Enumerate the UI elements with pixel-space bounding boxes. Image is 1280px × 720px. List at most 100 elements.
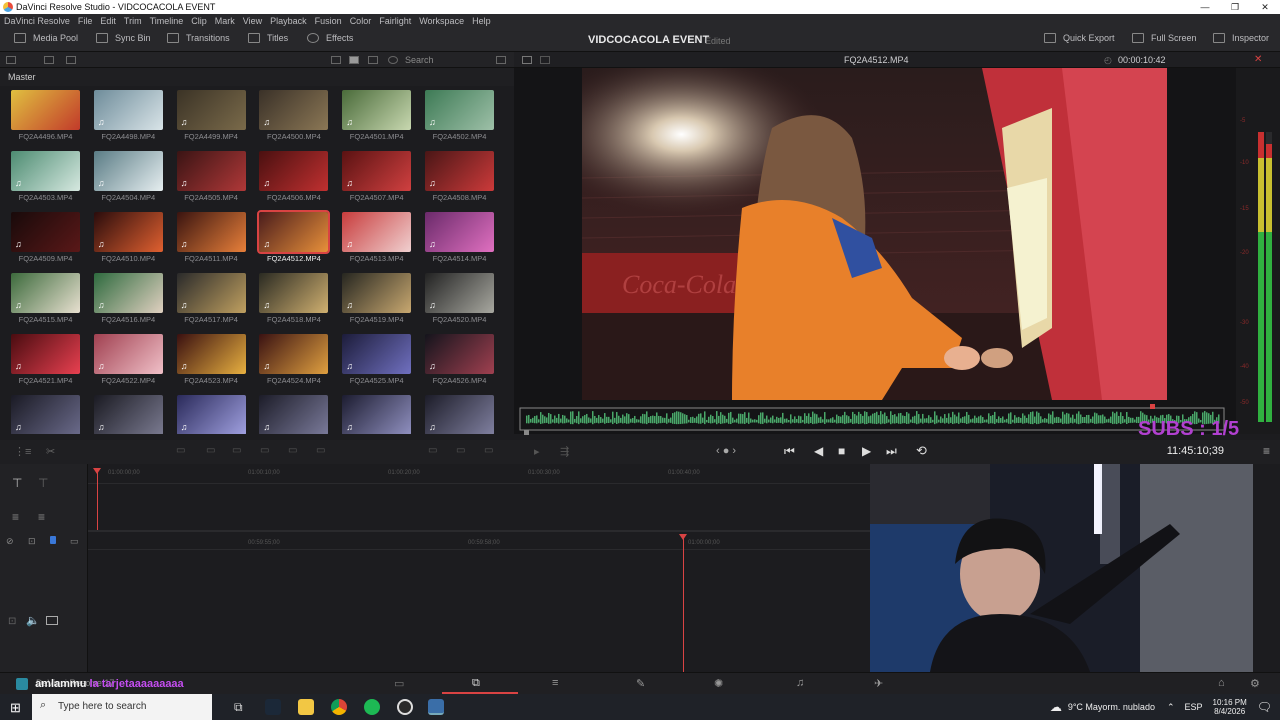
- import-icon[interactable]: [66, 56, 76, 64]
- media-clip[interactable]: ♫: [93, 395, 166, 434]
- new-bin-icon[interactable]: [44, 56, 54, 64]
- cut-page-tab[interactable]: [442, 673, 518, 694]
- loop-button[interactable]: ⟲: [916, 443, 927, 459]
- media-page-icon[interactable]: ▭: [394, 677, 404, 690]
- taskbar-search-input[interactable]: ⌕ Type here to search: [32, 694, 212, 720]
- spotify-app-icon[interactable]: [364, 699, 380, 715]
- clock[interactable]: 10:16 PM 8/4/2026: [1213, 698, 1247, 716]
- list-view-icon[interactable]: [331, 56, 341, 64]
- viewer-mode-icon[interactable]: [522, 56, 532, 64]
- edit-page-icon[interactable]: ≡: [552, 677, 558, 689]
- media-pool-button[interactable]: Media Pool: [14, 33, 78, 43]
- color-page-icon[interactable]: ✺: [714, 677, 723, 690]
- media-clip[interactable]: ♫: [176, 395, 249, 434]
- media-clip[interactable]: ♫ FQ2A4513.MP4: [342, 212, 414, 263]
- media-clip[interactable]: ♫: [11, 395, 83, 434]
- file-explorer-icon[interactable]: [298, 699, 314, 715]
- media-clip[interactable]: ♫ FQ2A4517.MP4: [176, 273, 249, 324]
- media-clip[interactable]: ♫ FQ2A4526.MP4: [425, 334, 497, 385]
- transitions-button[interactable]: Transitions: [167, 33, 230, 43]
- steam-app-icon[interactable]: [265, 699, 281, 715]
- fairlight-page-icon[interactable]: ♫: [796, 677, 804, 689]
- media-clip[interactable]: ♫ FQ2A4522.MP4: [93, 334, 166, 385]
- media-clip[interactable]: ♫ FQ2A4512.MP4: [257, 210, 331, 263]
- menu-item-help[interactable]: Help: [468, 16, 495, 26]
- notifications-icon[interactable]: 🗨: [1257, 700, 1272, 714]
- replace-clip-icon[interactable]: ▭: [232, 445, 241, 456]
- media-clip[interactable]: ♫ FQ2A4503.MP4: [11, 151, 83, 202]
- media-clip[interactable]: ♫ FQ2A4499.MP4: [176, 90, 249, 141]
- maximize-button[interactable]: ❐: [1220, 0, 1250, 14]
- fusion-page-icon[interactable]: ✎: [636, 677, 645, 690]
- media-clip[interactable]: ♫ FQ2A4502.MP4: [425, 90, 497, 141]
- loop-options-icon[interactable]: ⇶: [560, 445, 569, 458]
- windows-start-icon[interactable]: ⊞: [10, 700, 21, 716]
- full-screen-button[interactable]: Full Screen: [1132, 33, 1197, 43]
- task-view-icon[interactable]: ⧉: [234, 700, 243, 715]
- menu-item-playback[interactable]: Playback: [266, 16, 311, 26]
- search-input[interactable]: Search: [405, 55, 434, 65]
- language-indicator[interactable]: ESP: [1185, 702, 1203, 712]
- sync-bin-button[interactable]: Sync Bin: [96, 33, 151, 43]
- close-button[interactable]: ✕: [1250, 0, 1280, 14]
- weather-text[interactable]: 9°C Mayorm. nublado: [1068, 702, 1155, 712]
- bin-label[interactable]: Master: [0, 68, 514, 86]
- media-clip[interactable]: ♫: [342, 395, 414, 434]
- media-clip[interactable]: ♫ FQ2A4501.MP4: [342, 90, 414, 141]
- media-clip[interactable]: ♫ FQ2A4518.MP4: [259, 273, 331, 324]
- settings-gear-icon[interactable]: ⚙: [1250, 677, 1260, 690]
- scrubber-start-marker[interactable]: [524, 430, 529, 435]
- track-height-icon[interactable]: ⊤: [12, 476, 22, 490]
- razor-icon[interactable]: ✂: [46, 445, 55, 458]
- fit-to-fill-icon[interactable]: ▭: [260, 445, 269, 456]
- media-clip[interactable]: ♫ FQ2A4500.MP4: [259, 90, 331, 141]
- place-on-top-icon[interactable]: ▭: [288, 445, 297, 456]
- viewer-menu-icon[interactable]: ≡: [1263, 444, 1270, 458]
- clip-view-icon[interactable]: [46, 616, 58, 625]
- marker-icon[interactable]: ▭: [70, 536, 79, 547]
- media-clip[interactable]: ♫ FQ2A4510.MP4: [93, 212, 166, 263]
- viewer-layout-icon[interactable]: [540, 56, 550, 64]
- menu-item-davinci-resolve[interactable]: DaVinci Resolve: [0, 16, 74, 26]
- quick-export-button[interactable]: Quick Export: [1044, 33, 1115, 43]
- thumbnail-view-icon[interactable]: [349, 56, 359, 64]
- media-clip[interactable]: ♫ FQ2A4514.MP4: [425, 212, 497, 263]
- media-clip[interactable]: ♫: [425, 395, 497, 434]
- menu-item-edit[interactable]: Edit: [96, 16, 120, 26]
- media-clip[interactable]: ♫ FQ2A4523.MP4: [176, 334, 249, 385]
- menu-item-color[interactable]: Color: [346, 16, 376, 26]
- media-clip[interactable]: ♫ FQ2A4521.MP4: [11, 334, 83, 385]
- timeline-ruler-lower[interactable]: 00:59:55;00 00:59:58;00 01:00:00;00: [88, 538, 870, 550]
- track-destination-icon[interactable]: ⊤: [38, 476, 48, 490]
- play-button[interactable]: ▶: [862, 444, 871, 458]
- media-clip[interactable]: ♫ FQ2A4504.MP4: [93, 151, 166, 202]
- lower-playhead[interactable]: [683, 538, 684, 672]
- menu-item-file[interactable]: File: [74, 16, 97, 26]
- search-icon[interactable]: [388, 56, 398, 64]
- source-overwrite-icon[interactable]: ▭: [484, 445, 493, 456]
- jump-to-end-button[interactable]: ⏭: [886, 444, 897, 459]
- media-clip[interactable]: ♫ FQ2A4505.MP4: [176, 151, 249, 202]
- media-clip[interactable]: ♫ FQ2A4524.MP4: [259, 334, 331, 385]
- media-clip[interactable]: ♫ FQ2A4519.MP4: [342, 273, 414, 324]
- obs-app-icon[interactable]: [397, 699, 413, 715]
- menu-item-fairlight[interactable]: Fairlight: [375, 16, 415, 26]
- video-track-icon[interactable]: ≡: [12, 510, 19, 524]
- titles-button[interactable]: Titles: [248, 33, 288, 43]
- append-clip-icon[interactable]: ▭: [316, 445, 325, 456]
- metadata-view-icon[interactable]: [368, 56, 378, 64]
- home-icon[interactable]: ⌂: [1218, 677, 1225, 689]
- media-clip[interactable]: ♫ FQ2A4511.MP4: [176, 212, 249, 263]
- snap-icon[interactable]: ⊡: [28, 536, 36, 547]
- davinci-app-icon[interactable]: [428, 699, 444, 715]
- media-clip[interactable]: ♫ FQ2A4506.MP4: [259, 151, 331, 202]
- sidebar-toggle-icon[interactable]: [6, 56, 16, 64]
- prev-marker-icon[interactable]: ‹ ● ›: [716, 445, 736, 457]
- media-clip[interactable]: FQ2A4496.MP4: [11, 90, 83, 141]
- menu-item-trim[interactable]: Trim: [120, 16, 146, 26]
- media-clip[interactable]: ♫ FQ2A4515.MP4: [11, 273, 83, 324]
- menu-item-workspace[interactable]: Workspace: [415, 16, 468, 26]
- media-clip[interactable]: ♫ FQ2A4507.MP4: [342, 151, 414, 202]
- speaker-icon[interactable]: 🔈: [26, 614, 40, 627]
- waveform-scrubber[interactable]: [514, 404, 1236, 435]
